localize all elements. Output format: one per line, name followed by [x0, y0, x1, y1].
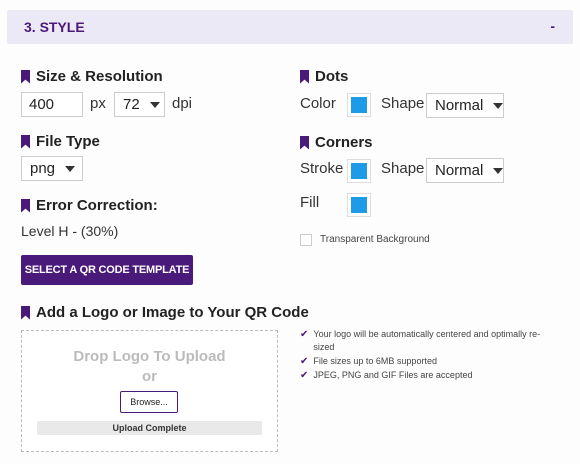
dots-color-swatch[interactable]	[347, 93, 371, 117]
corners-shape-value: Normal	[435, 162, 484, 179]
logo-heading: Add a Logo or Image to Your QR Code	[21, 304, 309, 321]
chevron-down-icon	[493, 167, 504, 174]
bookmark-icon	[300, 69, 309, 84]
file-type-select[interactable]: png	[21, 156, 83, 181]
bookmark-icon	[21, 198, 30, 213]
file-type-title: File Type	[36, 133, 100, 150]
corners-fill-swatch[interactable]	[347, 193, 371, 217]
section-title: 3. STYLE	[24, 19, 85, 35]
dots-shape-label: Shape	[381, 95, 425, 112]
corners-shape-label: Shape	[381, 160, 425, 177]
bookmark-icon	[21, 305, 30, 320]
list-item: ✔ Your logo will be automatically center…	[300, 328, 560, 354]
logo-dropzone[interactable]: Drop Logo To Upload or Browse... Upload …	[21, 330, 278, 452]
corners-title: Corners	[315, 134, 373, 151]
drop-logo-text: Drop Logo To Upload	[73, 348, 226, 365]
dots-title: Dots	[315, 68, 349, 85]
dpi-select[interactable]: 72	[114, 92, 165, 117]
corners-stroke-label: Stroke	[300, 160, 344, 177]
file-type-value: png	[30, 160, 56, 177]
dots-shape-value: Normal	[435, 97, 484, 114]
dots-heading: Dots	[300, 68, 348, 85]
size-resolution-heading: Size & Resolution	[21, 68, 163, 85]
file-type-heading: File Type	[21, 133, 100, 150]
size-input[interactable]: 400	[21, 92, 83, 117]
note-text: Your logo will be automatically centered…	[313, 329, 541, 352]
dots-color-label: Color	[300, 95, 336, 112]
list-item: ✔ JPEG, PNG and GIF Files are accepted	[300, 369, 560, 382]
collapse-toggle[interactable]: -	[550, 18, 555, 34]
corners-fill-label: Fill	[300, 194, 320, 211]
upload-status-text: Upload Complete	[112, 423, 187, 433]
error-correction-title: Error Correction:	[36, 197, 158, 214]
note-text: JPEG, PNG and GIF Files are accepted	[313, 370, 473, 380]
list-item: ✔ File sizes up to 6MB supported	[300, 355, 560, 368]
chevron-down-icon	[65, 165, 76, 172]
section-header[interactable]: 3. STYLE -	[7, 10, 573, 44]
bookmark-icon	[21, 69, 30, 84]
corners-shape-select[interactable]: Normal	[426, 158, 504, 183]
check-icon: ✔	[300, 370, 309, 381]
dpi-select-value: 72	[123, 96, 140, 113]
transparent-background-label: Transparent Background	[320, 234, 430, 245]
logo-notes-list: ✔ Your logo will be automatically center…	[300, 328, 560, 383]
px-unit-label: px	[90, 95, 106, 112]
upload-progress-bar: Upload Complete	[37, 421, 262, 435]
bookmark-icon	[21, 134, 30, 149]
corners-stroke-swatch[interactable]	[347, 159, 371, 183]
select-template-button[interactable]: SELECT A QR CODE TEMPLATE	[21, 255, 193, 285]
check-icon: ✔	[300, 356, 309, 367]
size-resolution-title: Size & Resolution	[36, 68, 163, 85]
note-text: File sizes up to 6MB supported	[313, 356, 437, 366]
error-correction-value[interactable]: Level H - (30%)	[21, 223, 118, 239]
chevron-down-icon	[493, 102, 504, 109]
dots-shape-select[interactable]: Normal	[426, 93, 504, 118]
chevron-down-icon	[149, 101, 160, 108]
check-icon: ✔	[300, 329, 309, 340]
dpi-unit-label: dpi	[172, 95, 193, 112]
corners-heading: Corners	[300, 134, 373, 151]
logo-title: Add a Logo or Image to Your QR Code	[36, 304, 309, 321]
drop-or-text: or	[142, 368, 157, 385]
transparent-background-checkbox[interactable]	[300, 234, 312, 246]
browse-button[interactable]: Browse...	[120, 391, 178, 413]
style-panel: 3. STYLE - Size & Resolution 400 px 72 d…	[0, 0, 580, 464]
bookmark-icon	[300, 135, 309, 150]
error-correction-heading: Error Correction:	[21, 197, 158, 214]
